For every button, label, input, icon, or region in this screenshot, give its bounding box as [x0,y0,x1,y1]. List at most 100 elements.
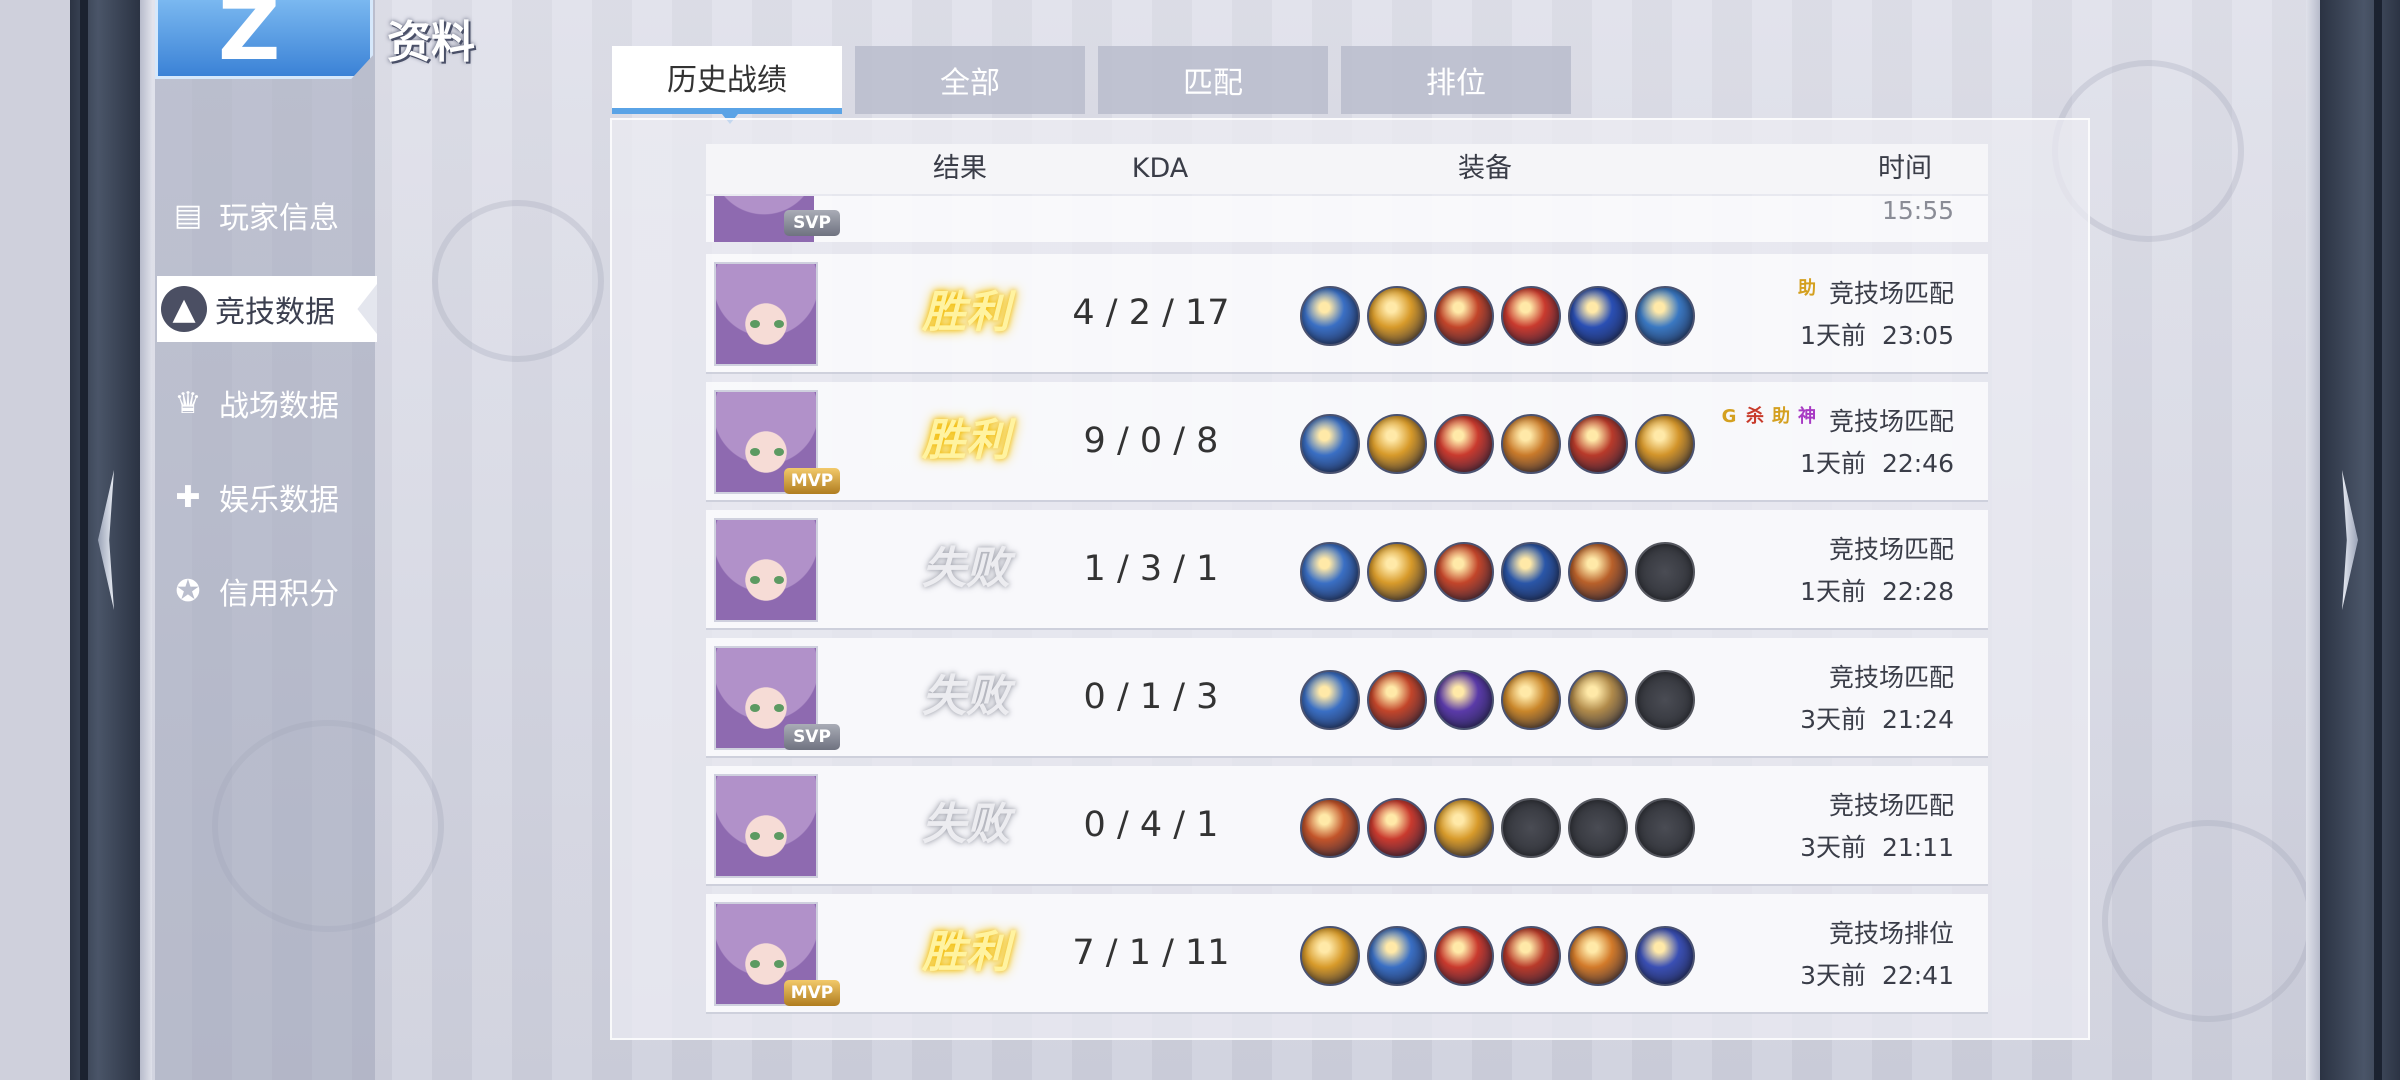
tab-2[interactable]: 匹配 [1098,46,1328,114]
equipment-item-icon[interactable] [1501,286,1561,346]
equipment-list [1300,414,1702,474]
kda-value: 9 / 0 / 8 [1083,421,1219,461]
sidebar-item-label: 战场数据 [219,389,339,424]
match-row[interactable]: SVP 失败 0 / 1 / 3 竞技场匹配 3天前 21:24 [706,638,1988,756]
equipment-item-icon[interactable] [1434,670,1494,730]
header-result: 结果 [933,153,987,184]
sidebar [155,0,375,1080]
svp-badge: SVP [784,210,840,236]
empty-item-slot-icon[interactable] [1635,670,1695,730]
tab-3[interactable]: 排位 [1341,46,1571,114]
equipment-item-icon[interactable] [1568,926,1628,986]
equipment-item-icon[interactable] [1568,286,1628,346]
equipment-item-icon[interactable] [1300,670,1360,730]
achievement-flag-icon: 助 [1772,406,1790,427]
equipment-list [1300,286,1702,346]
equipment-item-icon[interactable] [1501,670,1561,730]
tab-label: 历史战绩 [667,63,787,98]
match-time: 1天前 23:05 [1800,321,1954,350]
equipment-item-icon[interactable] [1367,670,1427,730]
match-mode: 竞技场匹配 [1828,407,1954,436]
page-title: 资料 [387,17,475,68]
sidebar-item-label: 玩家信息 [219,201,339,236]
hero-avatar [714,262,818,366]
profile-logo-badge: Z [155,0,373,79]
match-result: 失败 [922,543,1010,594]
equipment-item-icon[interactable] [1501,542,1561,602]
equipment-item-icon[interactable] [1501,414,1561,474]
sidebar-item-3[interactable]: ✚ 娱乐数据 [165,464,375,530]
achievement-flag-icon: 杀 [1746,406,1764,427]
match-time: 3天前 21:11 [1800,833,1954,862]
equipment-item-icon[interactable] [1434,926,1494,986]
match-result: 胜利 [922,287,1010,338]
equipment-item-icon[interactable] [1568,542,1628,602]
equipment-item-icon[interactable] [1568,670,1628,730]
equipment-item-icon[interactable] [1367,926,1427,986]
tab-1[interactable]: 全部 [855,46,1085,114]
match-mode: 竞技场匹配 [1828,663,1954,692]
svp-badge: SVP [784,724,840,750]
hero-avatar [714,518,818,622]
equipment-item-icon[interactable] [1434,286,1494,346]
match-row[interactable]: 失败 1 / 3 / 1 竞技场匹配 1天前 22:28 [706,510,1988,628]
kda-value: 1 / 3 / 1 [1083,549,1219,589]
equipment-item-icon[interactable] [1434,542,1494,602]
gamepad-icon: ✚ [175,479,201,515]
equipment-item-icon[interactable] [1367,286,1427,346]
sidebar-item-label: 信用积分 [219,577,339,612]
match-mode: 竞技场排位 [1828,919,1954,948]
match-row[interactable]: 失败 0 / 4 / 1 竞技场匹配 3天前 21:11 [706,766,1988,884]
logo-glyph: Z [218,0,281,80]
header-kda: KDA [1131,153,1189,184]
equipment-item-icon[interactable] [1300,926,1360,986]
mvp-badge: MVP [784,468,840,494]
equipment-item-icon[interactable] [1568,414,1628,474]
sidebar-item-0[interactable]: ▤ 玩家信息 [165,182,375,248]
match-row[interactable]: 胜利 4 / 2 / 17 助竞技场匹配 1天前 23:05 [706,254,1988,372]
equipment-item-icon[interactable] [1367,414,1427,474]
match-time: 3天前 21:24 [1800,705,1954,734]
equipment-item-icon[interactable] [1300,414,1360,474]
equipment-item-icon[interactable] [1367,798,1427,858]
equipment-list [1300,926,1702,986]
equipment-item-icon[interactable] [1300,542,1360,602]
match-row[interactable]: MVP 胜利 9 / 0 / 8 G 杀助神竞技场匹配 1天前 22:46 [706,382,1988,500]
equipment-item-icon[interactable] [1635,286,1695,346]
sidebar-item-1[interactable]: ▲ 竞技数据 [157,276,377,342]
player-card-icon: ▤ [173,197,203,233]
empty-item-slot-icon[interactable] [1635,798,1695,858]
equipment-item-icon[interactable] [1501,926,1561,986]
active-indicator [357,284,377,334]
right-arrow-icon[interactable] [2342,470,2358,610]
equipment-list [1300,670,1702,730]
kda-value: 0 / 1 / 3 [1083,677,1219,717]
empty-item-slot-icon[interactable] [1635,542,1695,602]
match-result: 胜利 [922,927,1010,978]
hero-avatar [714,774,818,878]
equipment-item-icon[interactable] [1635,414,1695,474]
header-equipment: 装备 [1458,153,1512,184]
tab-label: 排位 [1426,66,1486,101]
partial-match-row[interactable]: SVP 15:55 [706,196,1988,242]
achievement-flags: 助 [1796,278,1818,300]
equipment-item-icon[interactable] [1300,798,1360,858]
tab-label: 匹配 [1183,66,1243,101]
equipment-item-icon[interactable] [1434,414,1494,474]
match-row[interactable]: MVP 胜利 7 / 1 / 11 竞技场排位 3天前 22:41 [706,894,1988,1012]
sidebar-item-label: 竞技数据 [215,295,335,330]
left-arrow-icon[interactable] [98,470,114,610]
tab-0[interactable]: 历史战绩 [612,46,842,124]
sidebar-item-2[interactable]: ♛ 战场数据 [165,370,375,436]
equipment-item-icon[interactable] [1635,926,1695,986]
triforce-icon: ▲ [161,286,207,332]
sidebar-item-4[interactable]: ✪ 信用积分 [165,558,375,624]
empty-item-slot-icon[interactable] [1568,798,1628,858]
equipment-item-icon[interactable] [1300,286,1360,346]
equipment-item-icon[interactable] [1367,542,1427,602]
empty-item-slot-icon[interactable] [1501,798,1561,858]
equipment-item-icon[interactable] [1434,798,1494,858]
medal-icon: ✪ [175,573,201,609]
time-fragment: 15:55 [1881,196,1954,225]
achievement-flag-icon: G [1721,406,1737,427]
